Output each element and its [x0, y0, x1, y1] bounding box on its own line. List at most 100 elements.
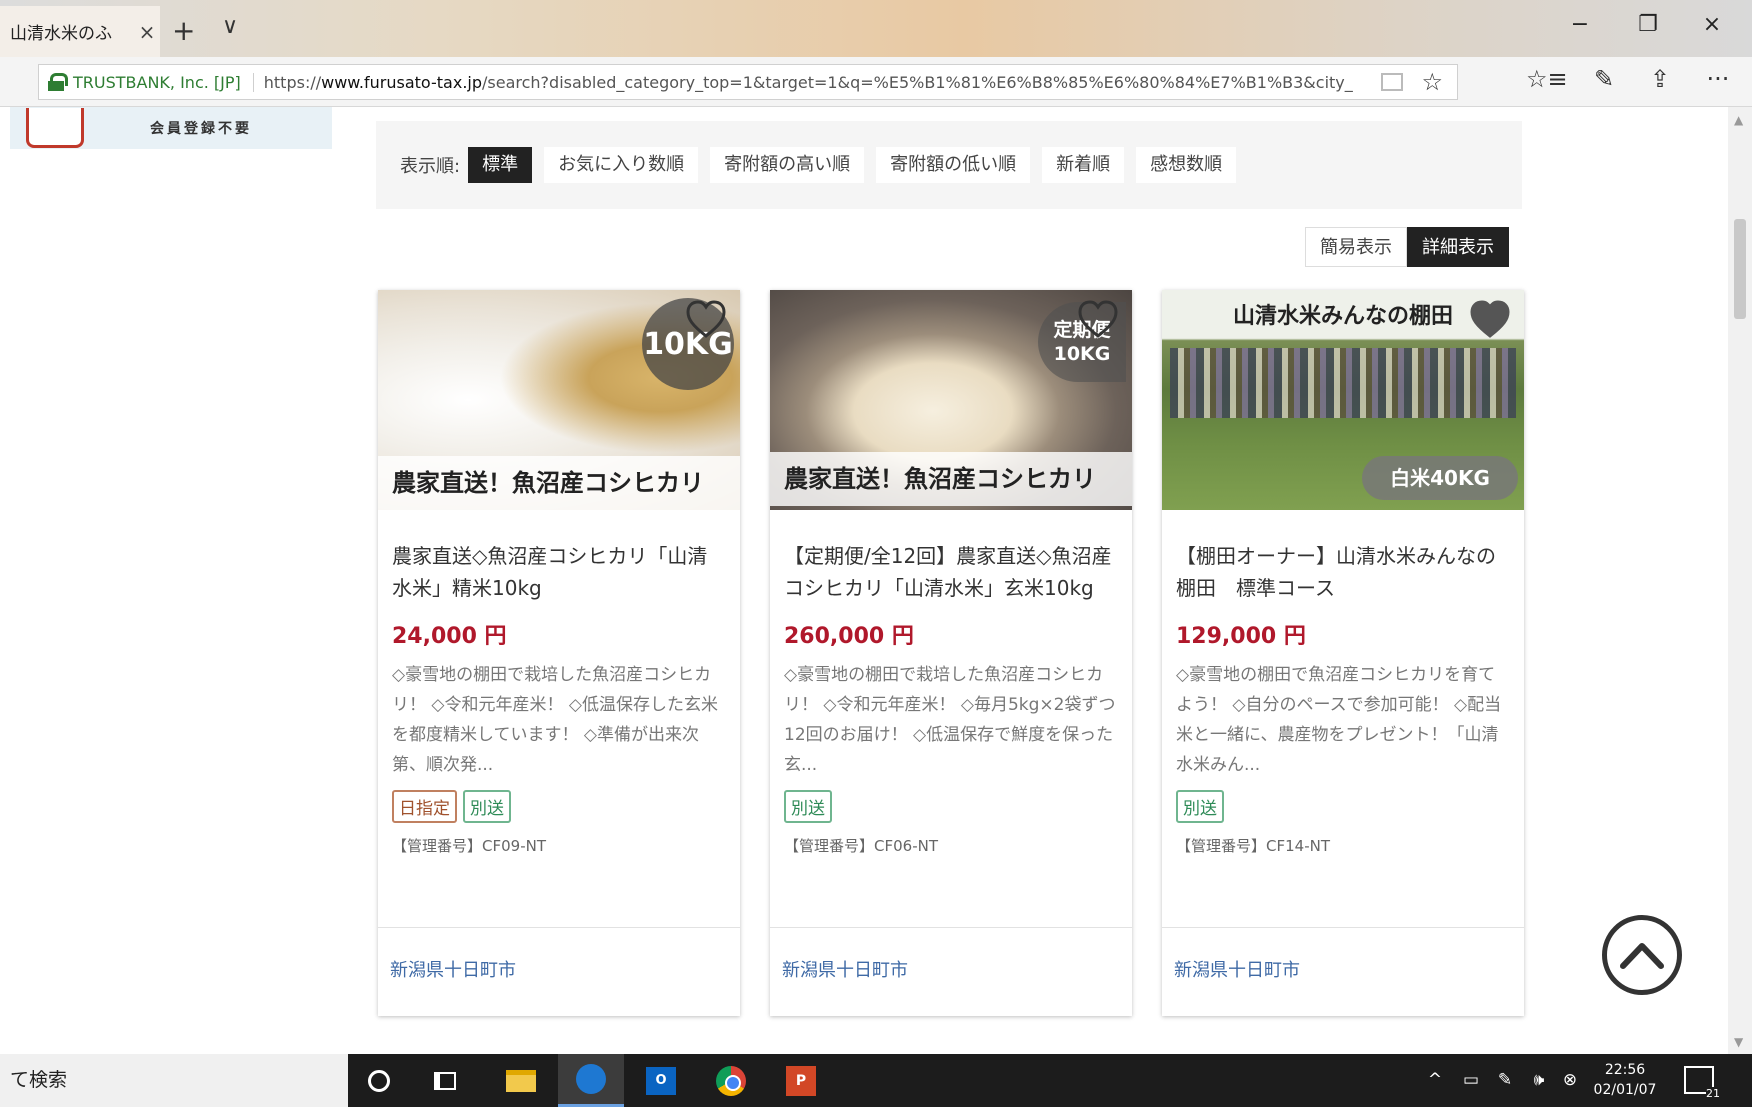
card-body: 農家直送◇魚沼産コシヒカリ「山清水米」精米10kg 24,000 円 ◇豪雪地の… [378, 510, 740, 928]
action-center-icon[interactable]: 21 [1684, 1066, 1720, 1100]
sort-high-amount-button[interactable]: 寄附額の高い順 [710, 147, 865, 183]
separate-shipping-tag: 別送 [784, 790, 832, 823]
certificate-name[interactable]: TRUSTBANK, Inc. [JP] [73, 72, 254, 92]
favorite-heart-icon[interactable] [1078, 300, 1118, 338]
tab-title: 山清水米のふ [10, 24, 112, 44]
address-bar: TRUSTBANK, Inc. [JP] https://www.furusat… [0, 57, 1752, 107]
windows-taskbar: て検索 O P ^ ▭ ✎ 🕪 ⊗ 22:56 02/01/07 21 [0, 1054, 1752, 1107]
product-title[interactable]: 【定期便/全12回】農家直送◇魚沼産コシヒカリ「山清水米」玄米10kg [784, 540, 1118, 604]
add-favorite-star-icon[interactable]: ☆ [1421, 68, 1443, 96]
volume-icon[interactable]: 🕪 [1524, 1054, 1554, 1107]
product-description: ◇豪雪地の棚田で栽培した魚沼産コシヒカリ！ ◇令和元年産米！ ◇毎月5kg×2袋… [784, 665, 1116, 775]
chevron-up-icon [1620, 943, 1664, 969]
product-price: 129,000 円 [1176, 624, 1306, 649]
favorites-hub-icon[interactable]: ☆≡ [1526, 65, 1568, 93]
product-card[interactable]: 10KG 農家直送！魚沼産コシヒカリ 農家直送◇魚沼産コシヒカリ「山清水米」精米… [378, 290, 740, 1016]
more-icon[interactable]: ··· [1698, 65, 1738, 93]
tab-preview-dropdown-icon[interactable]: ∨ [222, 14, 238, 39]
sort-label: 表示順: [400, 156, 461, 177]
outlook-icon: O [646, 1066, 676, 1095]
chrome-taskbar-button[interactable] [698, 1054, 764, 1107]
date-tag: 日指定 [392, 790, 457, 823]
sort-reviews-button[interactable]: 感想数順 [1136, 147, 1237, 183]
chrome-icon [716, 1065, 746, 1096]
browser-tab[interactable]: 山清水米のふ × [0, 6, 160, 57]
sort-bar: 表示順: 標準 お気に入り数順 寄附額の高い順 寄附額の低い順 新着順 感想数順 [376, 121, 1522, 209]
sort-newest-button[interactable]: 新着順 [1042, 147, 1125, 183]
city-link[interactable]: 新潟県十日町市 [770, 928, 1132, 1014]
product-title[interactable]: 【棚田オーナー】山清水米みんなの棚田 標準コース [1176, 540, 1510, 604]
page-content: 会員登録不要 表示順: 標準 お気に入り数順 寄附額の高い順 寄附額の低い順 新… [0, 107, 1730, 1054]
page-scrollbar[interactable]: ▲ ▼ [1728, 107, 1752, 1054]
close-window-button[interactable]: × [1692, 12, 1732, 37]
product-card[interactable]: 定期便 10KG 農家直送！魚沼産コシヒカリ 【定期便/全12回】農家直送◇魚沼… [770, 290, 1132, 1016]
powerpoint-taskbar-button[interactable]: P [768, 1054, 834, 1107]
cortana-button[interactable] [346, 1054, 412, 1107]
web-notes-icon[interactable]: ✎ [1584, 65, 1624, 93]
tag-list: 別送 [784, 790, 1118, 823]
product-image[interactable]: 10KG 農家直送！魚沼産コシヒカリ [378, 290, 740, 510]
new-tab-button[interactable]: + [172, 14, 195, 47]
edge-icon [576, 1064, 606, 1094]
reading-view-icon[interactable] [1381, 73, 1404, 91]
task-view-button[interactable] [412, 1054, 478, 1107]
url-text[interactable]: https://www.furusato-tax.jp/search?disab… [254, 73, 1382, 92]
sort-favorites-button[interactable]: お気に入り数順 [544, 147, 699, 183]
outlook-taskbar-button[interactable]: O [628, 1054, 694, 1107]
management-number: 【管理番号】CF14-NT [1176, 837, 1330, 855]
city-link[interactable]: 新潟県十日町市 [378, 928, 740, 1014]
show-hidden-icons-button[interactable]: ^ [1420, 1054, 1450, 1107]
network-icon[interactable]: ⊗ [1556, 1054, 1584, 1107]
tab-close-icon[interactable]: × [134, 20, 160, 44]
lock-icon [47, 73, 68, 91]
tag-list: 日指定 別送 [392, 790, 726, 823]
restore-button[interactable]: ❐ [1628, 12, 1668, 37]
banner-text: 会員登録不要 [150, 121, 252, 137]
weight-badge: 白米40KG [1362, 456, 1518, 500]
edge-taskbar-button[interactable] [558, 1054, 624, 1107]
detail-view-button[interactable]: 詳細表示 [1407, 227, 1509, 267]
device-icon [26, 108, 84, 148]
back-to-top-button[interactable] [1602, 915, 1682, 995]
card-body: 【定期便/全12回】農家直送◇魚沼産コシヒカリ「山清水米」玄米10kg 260,… [770, 510, 1132, 928]
notification-count: 21 [1706, 1087, 1720, 1100]
side-banner[interactable]: 会員登録不要 [10, 107, 332, 149]
file-explorer-button[interactable] [488, 1054, 554, 1107]
favorite-heart-icon[interactable] [1470, 300, 1510, 338]
clock-time: 22:56 [1604, 1062, 1646, 1078]
product-description: ◇豪雪地の棚田で魚沼産コシヒカリを育てよう！ ◇自分のペースで参加可能！ ◇配当… [1176, 665, 1502, 775]
product-card[interactable]: 山清水米みんなの棚田 白米40KG 【棚田オーナー】山清水米みんなの棚田 標準コ… [1162, 290, 1524, 1016]
battery-icon[interactable]: ▭ [1456, 1054, 1486, 1107]
image-caption: 農家直送！魚沼産コシヒカリ [378, 456, 740, 510]
product-image[interactable]: 山清水米みんなの棚田 白米40KG [1162, 290, 1524, 510]
pen-workspace-icon[interactable]: ✎ [1490, 1054, 1520, 1107]
powerpoint-icon: P [786, 1065, 816, 1096]
sort-low-amount-button[interactable]: 寄附額の低い順 [876, 147, 1031, 183]
favorite-heart-icon[interactable] [686, 300, 726, 338]
share-icon[interactable]: ⇪ [1640, 65, 1680, 93]
city-link[interactable]: 新潟県十日町市 [1162, 928, 1524, 1014]
badge-line: 10KG [1053, 343, 1111, 365]
view-toggle: 簡易表示 詳細表示 [1305, 227, 1509, 267]
clock[interactable]: 22:56 02/01/07 [1588, 1060, 1662, 1100]
management-number: 【管理番号】CF06-NT [784, 837, 938, 855]
product-description: ◇豪雪地の棚田で栽培した魚沼産コシヒカリ！ ◇令和元年産米！ ◇低温保存した玄米… [392, 665, 718, 775]
sort-standard-button[interactable]: 標準 [468, 147, 533, 183]
task-view-icon [434, 1071, 456, 1090]
product-image[interactable]: 定期便 10KG 農家直送！魚沼産コシヒカリ [770, 290, 1132, 510]
scroll-thumb[interactable] [1734, 219, 1746, 319]
scroll-down-icon[interactable]: ▼ [1734, 1035, 1743, 1049]
simple-view-button[interactable]: 簡易表示 [1305, 227, 1407, 267]
product-title[interactable]: 農家直送◇魚沼産コシヒカリ「山清水米」精米10kg [392, 540, 726, 604]
separate-shipping-tag: 別送 [1176, 790, 1224, 823]
folder-icon [506, 1069, 536, 1092]
product-price: 260,000 円 [784, 624, 914, 649]
taskbar-search[interactable]: て検索 [0, 1054, 348, 1107]
card-body: 【棚田オーナー】山清水米みんなの棚田 標準コース 129,000 円 ◇豪雪地の… [1162, 510, 1524, 928]
minimize-button[interactable]: − [1560, 12, 1600, 37]
group-photo [1170, 348, 1516, 418]
browser-titlebar: 山清水米のふ × + ∨ − ❐ × [0, 0, 1752, 57]
scroll-up-icon[interactable]: ▲ [1734, 113, 1743, 127]
clock-date: 02/01/07 [1593, 1082, 1657, 1098]
url-field[interactable]: TRUSTBANK, Inc. [JP] https://www.furusat… [38, 64, 1458, 100]
